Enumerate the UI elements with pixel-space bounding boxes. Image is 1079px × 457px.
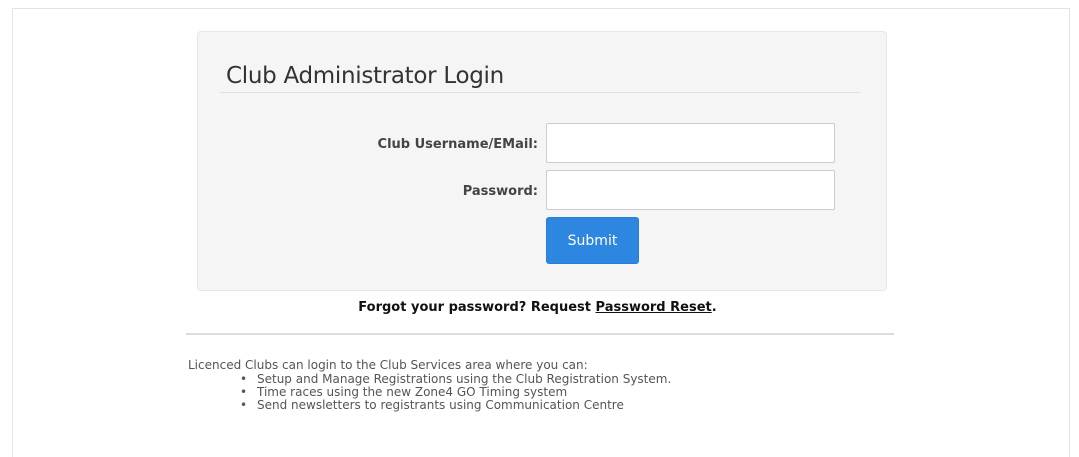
services-intro: Licenced Clubs can login to the Club Ser… — [188, 358, 588, 372]
forgot-password-line: Forgot your password? Request Password R… — [0, 300, 1079, 315]
password-input[interactable] — [546, 170, 835, 210]
list-item: • Send newsletters to registrants using C… — [240, 399, 671, 412]
forgot-prefix: Forgot your password? Request — [358, 300, 596, 315]
password-label: Password: — [462, 184, 538, 199]
forgot-suffix: . — [711, 300, 717, 315]
submit-button[interactable]: Submit — [546, 217, 639, 264]
login-title: Club Administrator Login — [226, 63, 504, 89]
list-item-text: Setup and Manage Registrations using the… — [257, 372, 672, 386]
services-list: • Setup and Manage Registrations using th… — [240, 373, 671, 412]
bullet-icon: • — [240, 398, 248, 412]
username-label: Club Username/EMail: — [377, 137, 538, 152]
title-divider — [220, 92, 860, 93]
list-item-text: Time races using the new Zone4 GO Timing… — [257, 385, 568, 399]
login-panel: Club Administrator Login Club Username/E… — [197, 31, 887, 291]
password-reset-link[interactable]: Password Reset — [596, 300, 712, 315]
list-item-text: Send newsletters to registrants using Co… — [257, 398, 624, 412]
username-input[interactable] — [546, 123, 835, 163]
section-divider — [186, 333, 894, 335]
